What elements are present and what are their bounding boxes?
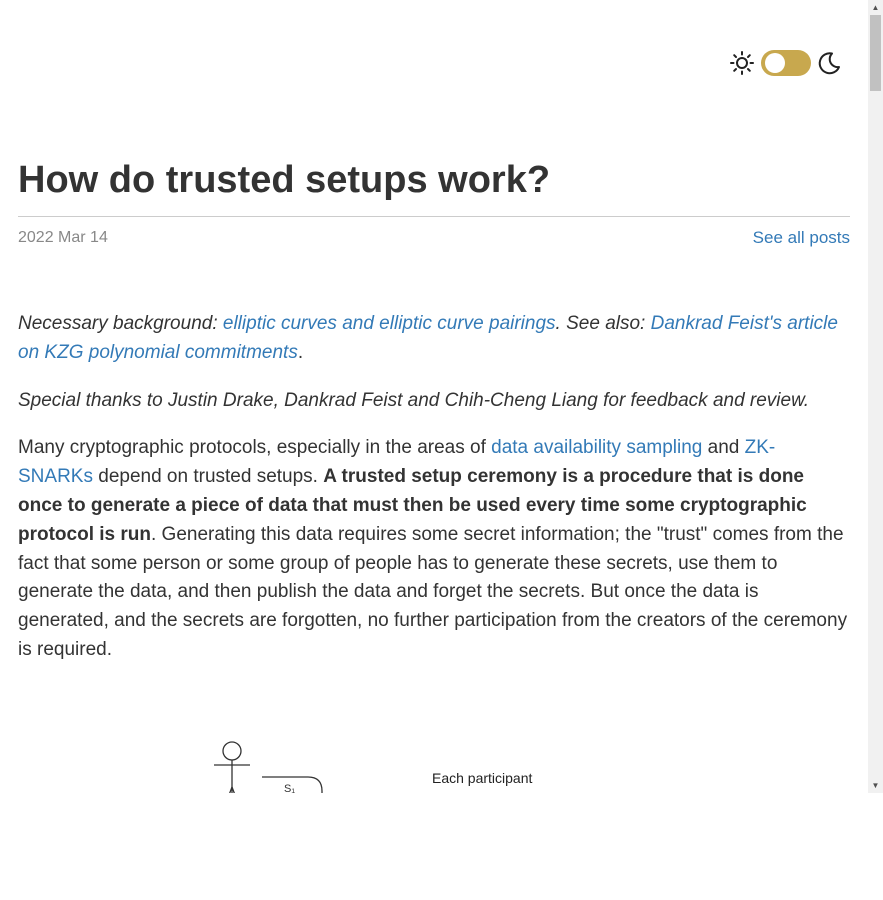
figure-caption: Each participant bbox=[432, 770, 533, 786]
background-suffix: . bbox=[297, 341, 304, 363]
moon-icon bbox=[818, 52, 840, 75]
page-viewport: How do trusted setups work? 2022 Mar 14 … bbox=[0, 0, 868, 793]
sun-icon bbox=[730, 51, 754, 75]
secret-label: S₁ bbox=[284, 783, 295, 793]
dark-mode-switch[interactable] bbox=[761, 50, 811, 76]
scroll-up-icon[interactable]: ▲ bbox=[868, 0, 883, 15]
page-title: How do trusted setups work? bbox=[18, 159, 551, 201]
scroll-down-icon[interactable]: ▼ bbox=[868, 778, 883, 793]
intro-part1: Many cryptographic protocols, especially… bbox=[18, 437, 492, 459]
elliptic-curves-link[interactable]: elliptic curves and elliptic curve pairi… bbox=[223, 313, 556, 334]
thanks-text: Special thanks to Justin Drake, Dankrad … bbox=[18, 389, 810, 411]
switch-knob bbox=[765, 53, 785, 73]
intro-part2: and bbox=[702, 437, 745, 459]
vertical-scrollbar[interactable]: ▲ ▼ bbox=[868, 0, 883, 793]
post-content: Necessary background: elliptic curves an… bbox=[18, 310, 850, 684]
see-all-posts-link[interactable]: See all posts bbox=[753, 228, 850, 248]
title-divider bbox=[18, 216, 850, 217]
post-date: 2022 Mar 14 bbox=[18, 229, 108, 246]
scroll-thumb[interactable] bbox=[870, 15, 881, 91]
background-prefix: Necessary background: bbox=[18, 313, 223, 334]
intro-part3: depend on trusted setups. bbox=[92, 466, 324, 488]
participant-figure bbox=[214, 741, 250, 793]
trusted-setup-diagram: S₁ Each participant bbox=[214, 741, 533, 793]
background-paragraph: Necessary background: elliptic curves an… bbox=[18, 310, 850, 368]
data-availability-sampling-link[interactable]: data availability sampling bbox=[491, 437, 702, 458]
background-middle: . See also: bbox=[555, 313, 651, 334]
intro-paragraph: Many cryptographic protocols, especially… bbox=[18, 434, 850, 664]
theme-toggle bbox=[729, 48, 842, 78]
thanks-paragraph: Special thanks to Justin Drake, Dankrad … bbox=[18, 387, 850, 416]
